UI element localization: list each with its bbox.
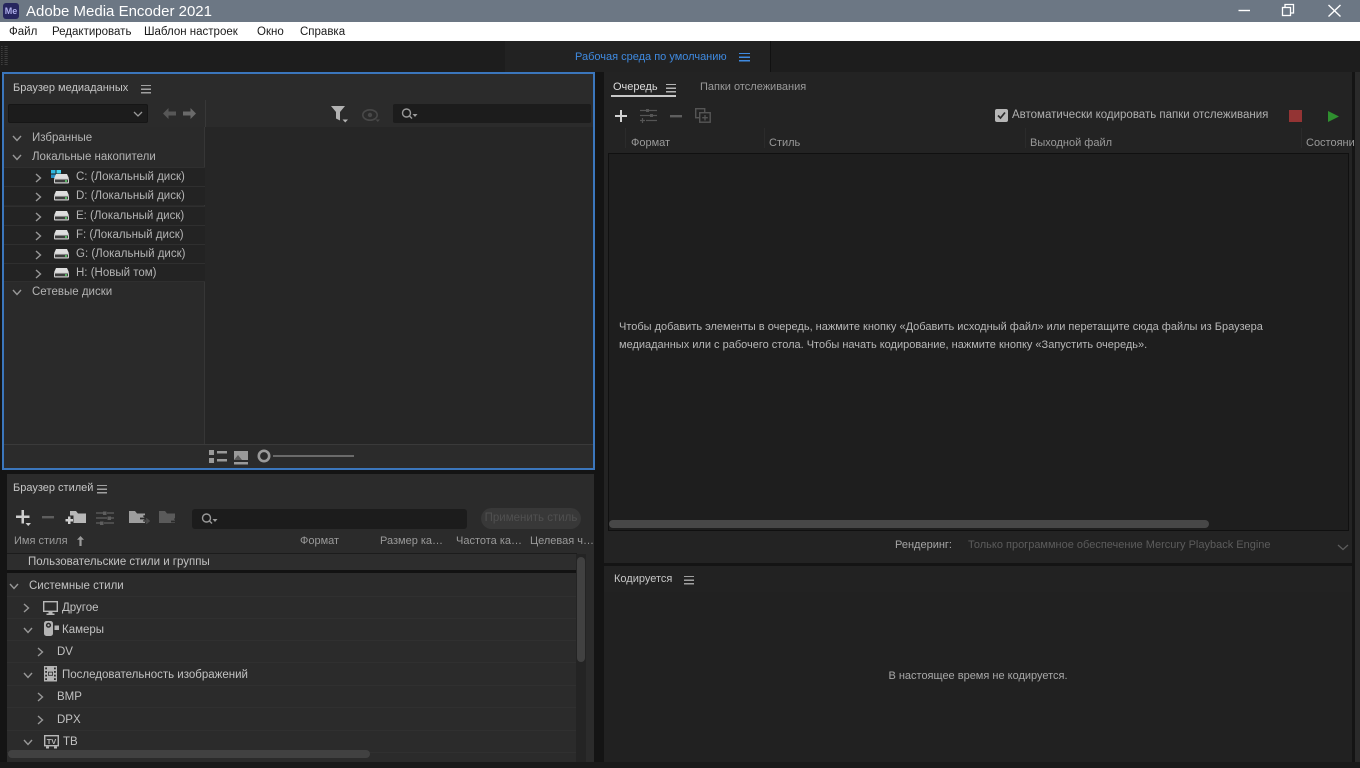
- svg-text:TV: TV: [47, 737, 57, 746]
